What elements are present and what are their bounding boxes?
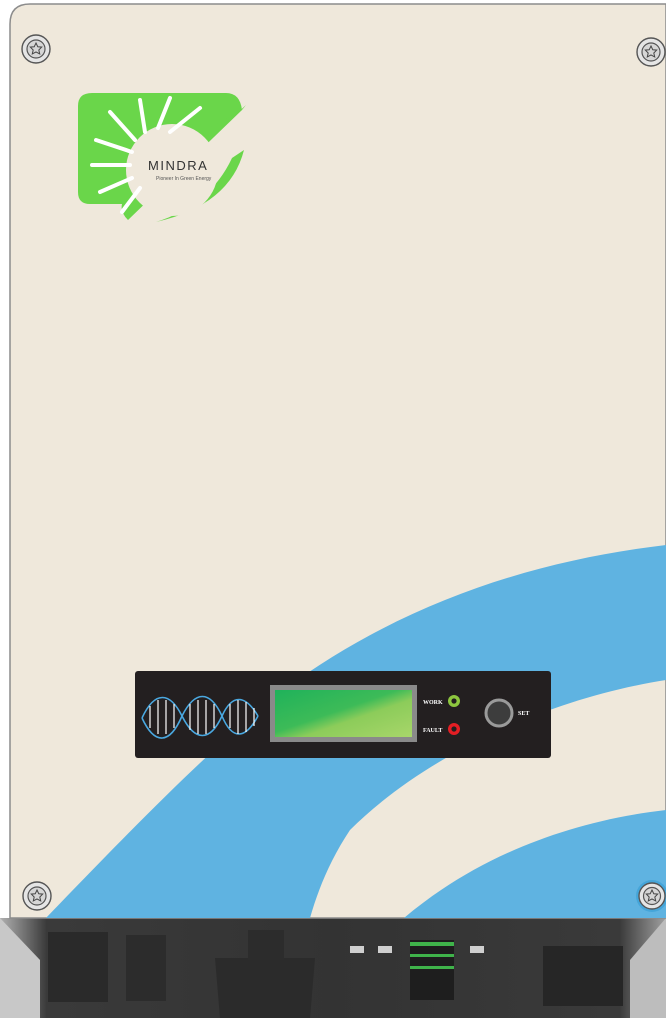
screw-icon xyxy=(21,34,51,64)
screw-icon xyxy=(636,37,666,67)
inverter-illustration: MINDRA Pioneer In Green Energy WORK FAUL… xyxy=(0,0,666,1018)
inverter-base xyxy=(0,918,666,1018)
work-label: WORK xyxy=(423,700,443,706)
set-label: SET xyxy=(518,711,529,717)
brand-name: MINDRA xyxy=(148,158,208,173)
control-panel: WORK FAULT SET xyxy=(135,671,551,758)
set-button[interactable] xyxy=(484,698,514,728)
fault-label: FAULT xyxy=(423,728,442,734)
brand-tagline: Pioneer In Green Energy xyxy=(156,176,212,182)
screw-icon xyxy=(22,881,52,911)
